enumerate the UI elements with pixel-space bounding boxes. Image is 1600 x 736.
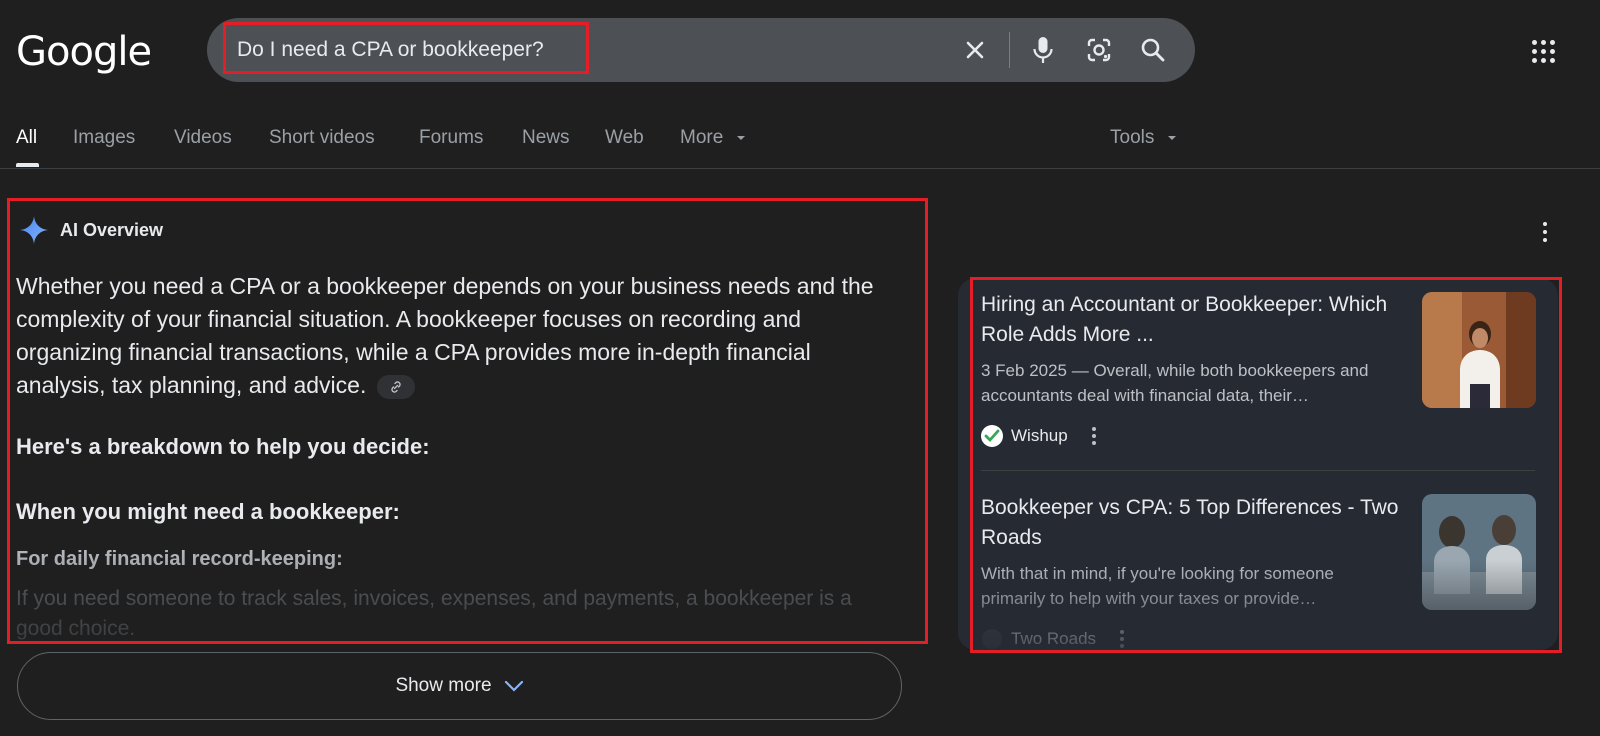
tab-short-videos[interactable]: Short videos [269, 122, 375, 154]
logo-text: Google [16, 29, 152, 75]
tab-more-label: More [680, 127, 724, 148]
chevron-down-icon [504, 680, 523, 692]
chevron-down-icon [736, 135, 745, 140]
search-input[interactable]: Do I need a CPA or bookkeeper? [237, 18, 544, 82]
more-options-icon[interactable] [1543, 222, 1549, 242]
tab-more[interactable]: More [680, 122, 747, 154]
sources-highlight-box [970, 277, 1562, 653]
search-divider [1009, 32, 1010, 68]
tab-news[interactable]: News [522, 122, 570, 154]
tab-videos[interactable]: Videos [174, 122, 232, 154]
ai-overview-highlight-box [7, 198, 928, 644]
search-icon[interactable] [1137, 34, 1169, 66]
microphone-icon[interactable] [1027, 34, 1059, 66]
tools-button[interactable]: Tools [1110, 122, 1178, 154]
tab-web[interactable]: Web [605, 122, 644, 154]
search-bar[interactable]: Do I need a CPA or bookkeeper? [207, 18, 1195, 82]
tools-label: Tools [1110, 127, 1155, 148]
clear-icon[interactable] [959, 34, 991, 66]
lens-camera-icon[interactable] [1083, 34, 1115, 66]
tab-forums[interactable]: Forums [419, 122, 483, 154]
chevron-down-icon [1167, 135, 1176, 140]
search-tabs: All Images Videos Short videos Forums Ne… [16, 122, 1600, 168]
show-more-label: Show more [395, 675, 492, 696]
show-more-button[interactable]: Show more [17, 652, 902, 720]
tabs-divider [0, 168, 1600, 169]
tab-images[interactable]: Images [73, 122, 135, 154]
tab-all[interactable]: All [16, 122, 37, 154]
active-tab-indicator [16, 163, 39, 167]
apps-grid-icon[interactable] [1532, 40, 1556, 64]
google-logo[interactable]: Google [16, 26, 152, 78]
